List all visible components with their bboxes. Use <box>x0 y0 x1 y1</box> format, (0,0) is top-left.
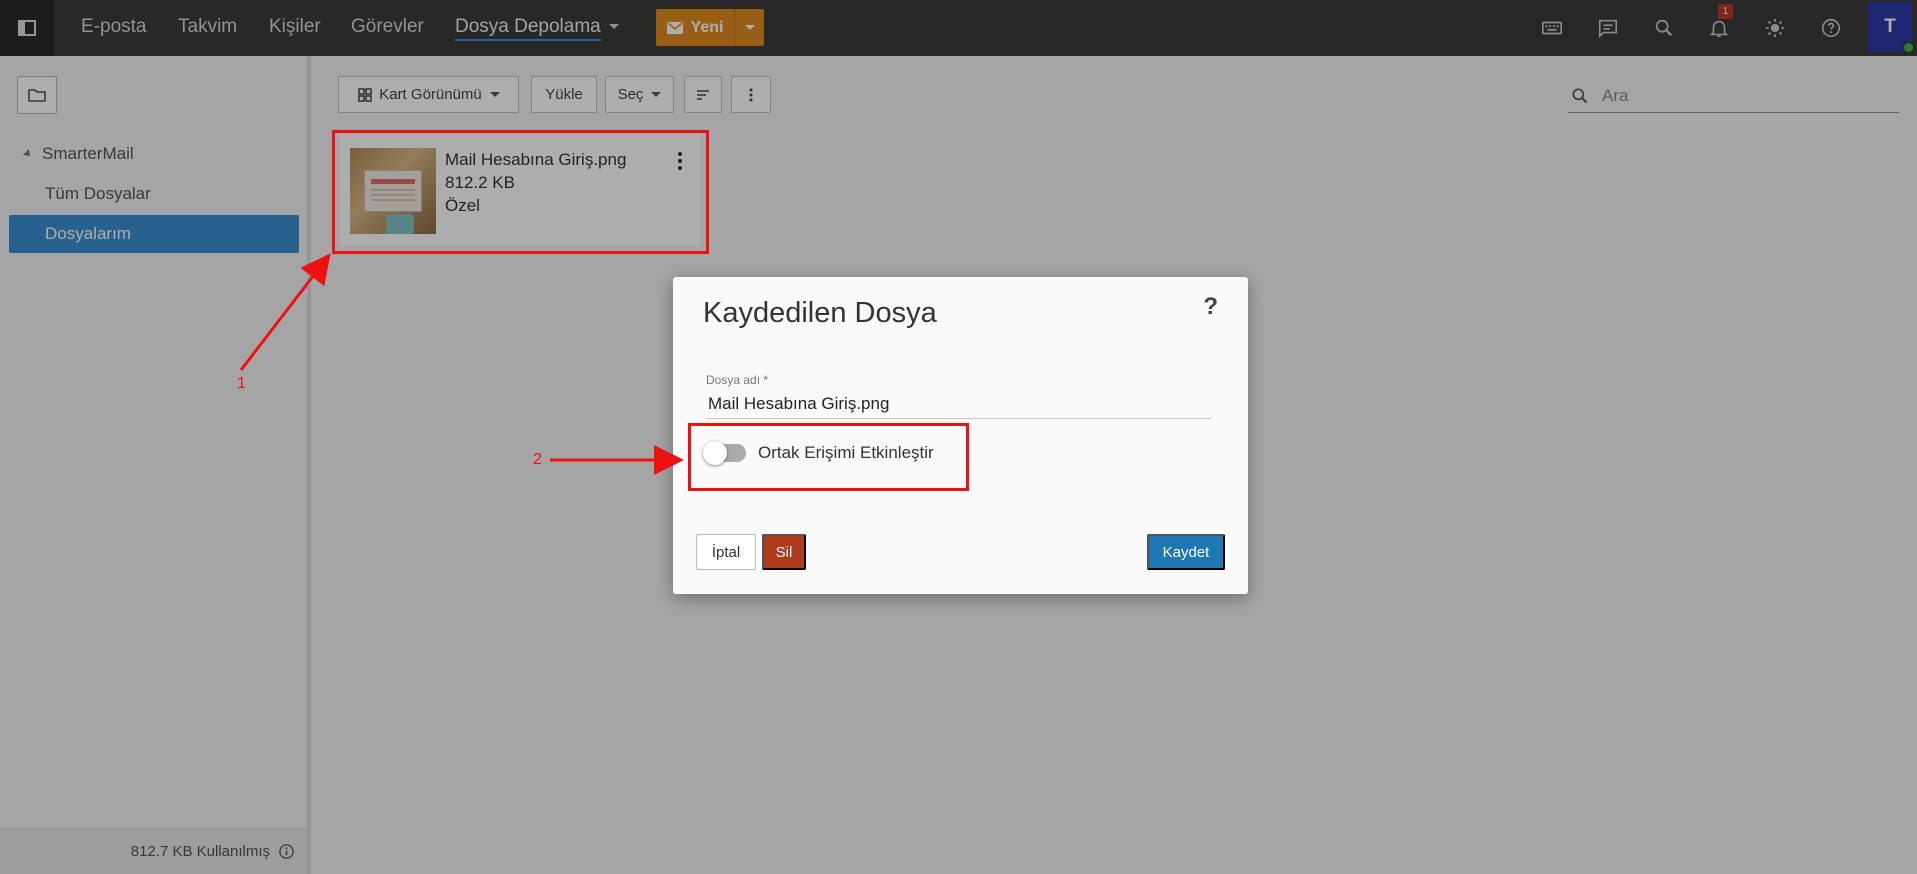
delete-button[interactable]: Sil <box>762 534 806 570</box>
annotation-label-1: 1 <box>237 375 246 392</box>
annotation-label-2: 2 <box>533 451 542 468</box>
file-name-field[interactable] <box>706 389 1211 419</box>
file-name-field-label: Dosya adı * <box>706 373 769 387</box>
dialog-title: Kaydedilen Dosya <box>703 297 937 329</box>
annotation-box-2 <box>688 423 969 491</box>
annotation-box-1 <box>332 130 709 254</box>
cancel-button[interactable]: İptal <box>696 534 756 570</box>
save-button[interactable]: Kaydet <box>1147 534 1225 570</box>
dialog-help-button[interactable]: ? <box>1203 293 1218 321</box>
